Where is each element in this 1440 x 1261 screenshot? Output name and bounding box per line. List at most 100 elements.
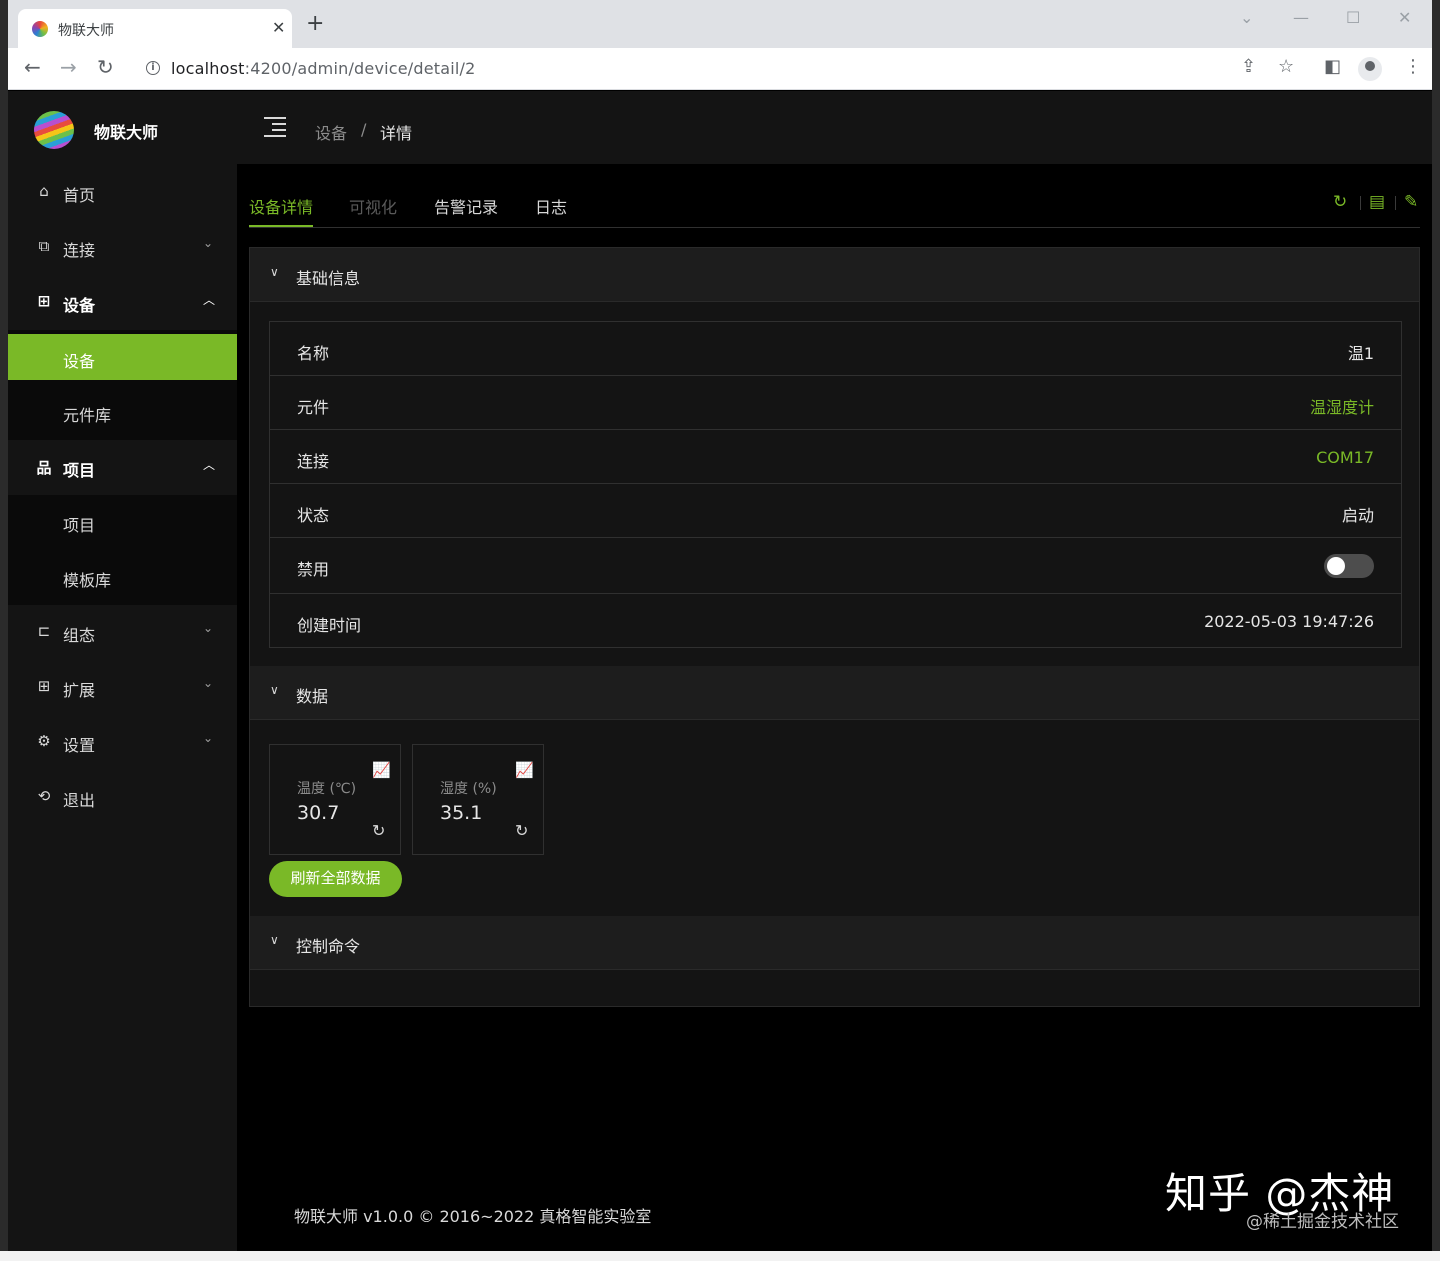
app-logo-icon	[34, 111, 74, 149]
maximize-icon[interactable]: ☐	[1346, 8, 1360, 27]
close-tab-icon[interactable]: ✕	[272, 18, 285, 37]
reload-icon[interactable]: ↻	[97, 57, 114, 77]
breadcrumb-detail: 详情	[380, 124, 413, 143]
share-icon[interactable]: ⇪	[1241, 58, 1256, 76]
row-key: 状态	[297, 506, 330, 525]
minimize-icon[interactable]: —	[1293, 8, 1309, 27]
chevron-down-icon: ⌄	[203, 621, 214, 635]
gear-icon: ⚙	[37, 732, 51, 750]
top-header: 设备 / 详情	[237, 91, 1432, 164]
url-text: localhost:4200/admin/device/detail/2	[171, 59, 476, 78]
tab-visualization[interactable]: 可视化	[349, 194, 397, 218]
edit-icon[interactable]: ✎	[1404, 194, 1418, 211]
site-info-icon[interactable]: i	[146, 61, 160, 75]
submenu-item-device[interactable]: 设备	[8, 334, 237, 380]
submenu-label: 设备	[63, 352, 96, 371]
breadcrumb-device[interactable]: 设备	[315, 120, 347, 144]
sync-icon[interactable]: ↻	[515, 821, 528, 840]
data-card-temperature: 温度 (℃) 30.7 📈 ↻	[269, 744, 401, 855]
cluster-icon: 品	[36, 459, 52, 477]
grid-icon: ⊞	[37, 292, 51, 310]
detail-collapse: ∨ 基础信息 名称 温1 元件 温湿度计 连接 COM17 状态 启动 禁用 创…	[249, 247, 1420, 1007]
menu-item-configuration[interactable]: ⊏ 组态 ⌄	[8, 605, 237, 660]
window-close-icon[interactable]: ✕	[1398, 8, 1411, 27]
menu-item-settings[interactable]: ⚙ 设置 ⌄	[8, 715, 237, 770]
tab-search-icon[interactable]: ⌄	[1240, 8, 1253, 27]
active-tab-indicator	[249, 225, 313, 227]
chevron-down-icon: ∨	[270, 933, 279, 947]
divider	[1395, 196, 1396, 210]
block-icon: ⊏	[37, 622, 51, 640]
disable-toggle[interactable]	[1324, 554, 1374, 578]
row-key: 连接	[297, 452, 330, 471]
apps-icon: ⊞	[37, 677, 51, 695]
url-path: :4200/admin/device/detail/2	[244, 59, 476, 78]
tab-strip: 物联大师 ✕ + ⌄ — ☐ ✕	[8, 0, 1432, 49]
row-key: 元件	[297, 398, 330, 417]
submenu-item-component-library[interactable]: 元件库	[8, 385, 237, 440]
url-host: localhost	[171, 59, 245, 78]
tab-alarm-records[interactable]: 告警记录	[434, 194, 498, 218]
forward-icon[interactable]: →	[60, 57, 77, 77]
panel-header-control[interactable]: ∨ 控制命令	[250, 916, 1419, 970]
row-key: 创建时间	[297, 616, 362, 635]
line-chart-icon[interactable]: 📈	[372, 761, 391, 779]
browser-window: 物联大师 ✕ + ⌄ — ☐ ✕ ← → ↻ i localhost:4200/…	[8, 0, 1432, 1251]
card-label: 温度 (℃)	[297, 781, 357, 797]
detail-tabs: 设备详情 可视化 告警记录 日志 ↻ ▤ ✎	[249, 164, 1420, 228]
new-tab-icon[interactable]: +	[306, 13, 324, 35]
app-root: 物联大师 ⌂ 首页 ⧉ 连接 ⌄ ⊞ 设备 ︿ 设备 元件库 品 项目 ︿ 项目…	[8, 91, 1432, 1251]
refresh-icon[interactable]: ↻	[1333, 194, 1347, 211]
menu-item-device[interactable]: ⊞ 设备 ︿	[8, 275, 237, 330]
breadcrumb-separator: /	[361, 120, 367, 139]
browser-tab[interactable]: 物联大师 ✕	[18, 9, 292, 49]
component-link[interactable]: 温湿度计	[1310, 394, 1374, 418]
submenu-item-project[interactable]: 项目	[8, 495, 237, 550]
panel-title: 数据	[296, 687, 329, 706]
menu-label: 扩展	[63, 681, 96, 700]
menu-item-connection[interactable]: ⧉ 连接 ⌄	[8, 220, 237, 275]
back-icon[interactable]: ←	[24, 57, 41, 77]
menu-fold-icon[interactable]	[264, 117, 286, 137]
details-icon[interactable]: ▤	[1369, 194, 1385, 211]
divider	[1360, 196, 1361, 210]
menu-item-project[interactable]: 品 项目 ︿	[8, 440, 237, 495]
card-label: 湿度 (%)	[440, 781, 497, 797]
home-icon: ⌂	[39, 182, 49, 200]
menu-item-logout[interactable]: ⟲ 退出	[8, 770, 237, 825]
menu-label: 组态	[63, 626, 96, 645]
menu-item-extension[interactable]: ⊞ 扩展 ⌄	[8, 660, 237, 715]
tab-device-detail[interactable]: 设备详情	[249, 194, 313, 218]
line-chart-icon[interactable]: 📈	[515, 761, 534, 779]
table-row: 创建时间 2022-05-03 19:47:26	[270, 594, 1401, 648]
connection-link[interactable]: COM17	[1316, 448, 1374, 467]
address-bar[interactable]: i localhost:4200/admin/device/detail/2	[136, 52, 1276, 86]
data-card-humidity: 湿度 (%) 35.1 📈 ↻	[412, 744, 544, 855]
panel-title: 基础信息	[296, 269, 361, 288]
brand-name: 物联大师	[94, 123, 159, 142]
submenu-item-template-library[interactable]: 模板库	[8, 550, 237, 605]
row-key: 禁用	[297, 560, 330, 579]
browser-toolbar: ← → ↻ i localhost:4200/admin/device/deta…	[8, 48, 1432, 90]
chevron-down-icon: ⌄	[203, 731, 214, 745]
chevron-up-icon: ︿	[203, 458, 216, 472]
tab-logs[interactable]: 日志	[535, 194, 567, 218]
sync-icon[interactable]: ↻	[372, 821, 385, 840]
table-row: 元件 温湿度计	[270, 376, 1401, 430]
bookmark-star-icon[interactable]: ☆	[1278, 58, 1294, 76]
tab-title: 物联大师	[58, 23, 114, 39]
side-panel-icon[interactable]: ◧	[1324, 58, 1341, 76]
menu-item-home[interactable]: ⌂ 首页	[8, 165, 237, 220]
background-taskbar	[0, 1251, 1440, 1261]
background-window-edge-right	[1432, 0, 1440, 1261]
chevron-down-icon: ⌄	[203, 236, 214, 250]
menu-label: 首页	[63, 186, 96, 205]
browser-menu-icon[interactable]: ⋮	[1404, 58, 1422, 76]
toggle-knob	[1327, 557, 1345, 575]
refresh-all-button[interactable]: 刷新全部数据	[269, 861, 402, 897]
profile-avatar-icon[interactable]	[1358, 57, 1382, 81]
panel-header-basic[interactable]: ∨ 基础信息	[250, 248, 1419, 302]
status-value: 启动	[1341, 506, 1374, 525]
panel-header-data[interactable]: ∨ 数据	[250, 666, 1419, 720]
footer-text: 物联大师 v1.0.0 © 2016~2022 真格智能实验室	[294, 1207, 652, 1226]
